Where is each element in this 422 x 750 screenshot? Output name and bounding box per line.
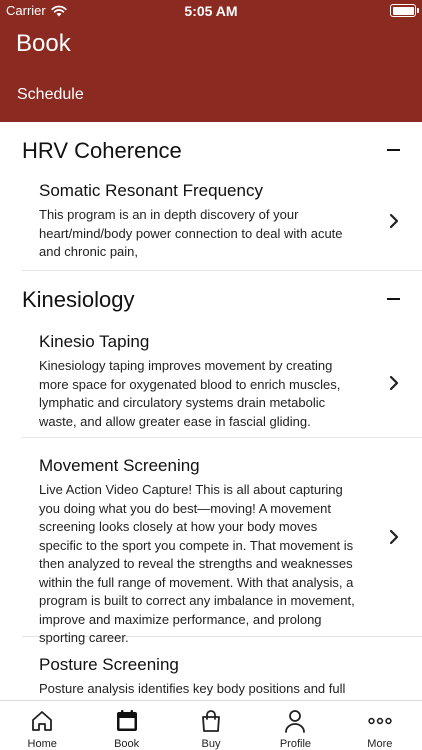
item-description: Live Action Video Capture! This is all a…	[39, 482, 355, 645]
item-title: Kinesio Taping	[39, 332, 150, 351]
header-bar: Carrier 5:05 AM Book Schedule	[0, 0, 422, 122]
tab-profile[interactable]: Profile	[253, 701, 337, 750]
list-item[interactable]: Kinesio Taping Kinesiology taping improv…	[0, 329, 422, 437]
more-dots-icon	[368, 717, 392, 725]
item-description: Posture analysis identifies key body pos…	[39, 681, 346, 700]
item-title: Somatic Resonant Frequency	[39, 181, 263, 200]
tab-label: More	[367, 738, 393, 750]
tab-more[interactable]: More	[338, 701, 422, 750]
tab-bar: Home Book Buy Profile More	[0, 700, 422, 750]
schedule-tab[interactable]: Schedule	[17, 86, 84, 104]
section-header[interactable]: Kinesiology	[0, 271, 422, 329]
chevron-right-icon	[389, 529, 399, 545]
service-list[interactable]: HRV Coherence Somatic Resonant Frequency…	[0, 122, 422, 700]
calendar-icon	[116, 710, 137, 731]
person-icon	[285, 710, 306, 733]
tab-label: Book	[114, 738, 140, 750]
tab-label: Home	[27, 738, 57, 750]
section-hrv-coherence: HRV Coherence Somatic Resonant Frequency…	[0, 122, 422, 271]
shopping-bag-icon	[202, 710, 220, 732]
section-title: HRV Coherence	[22, 138, 182, 163]
tab-home[interactable]: Home	[0, 701, 84, 750]
status-bar: Carrier 5:05 AM	[0, 0, 422, 22]
collapse-icon[interactable]	[387, 149, 400, 151]
collapse-icon[interactable]	[387, 298, 400, 300]
section-title: Kinesiology	[22, 287, 135, 312]
chevron-right-icon	[389, 213, 399, 229]
list-item[interactable]: Somatic Resonant Frequency This program …	[0, 180, 422, 270]
section-header[interactable]: HRV Coherence	[0, 122, 422, 180]
item-title: Posture Screening	[39, 655, 179, 674]
tab-label: Buy	[201, 738, 221, 750]
tab-buy[interactable]: Buy	[169, 701, 253, 750]
section-kinesiology: Kinesiology Kinesio Taping Kinesiology t…	[0, 271, 422, 700]
list-item[interactable]: Movement Screening Live Action Video Cap…	[0, 438, 422, 645]
list-item[interactable]: Posture Screening Posture analysis ident…	[0, 637, 422, 700]
tab-label: Profile	[279, 738, 312, 750]
item-title: Movement Screening	[39, 456, 200, 475]
home-icon	[32, 711, 53, 731]
tab-book[interactable]: Book	[84, 701, 168, 750]
battery-icon	[390, 4, 419, 17]
page-title: Book	[16, 30, 71, 57]
status-time: 5:05 AM	[184, 3, 238, 19]
item-description: This program is an in depth discovery of…	[39, 207, 343, 259]
item-description: Kinesiology taping improves movement by …	[39, 358, 341, 429]
chevron-right-icon	[389, 375, 399, 391]
